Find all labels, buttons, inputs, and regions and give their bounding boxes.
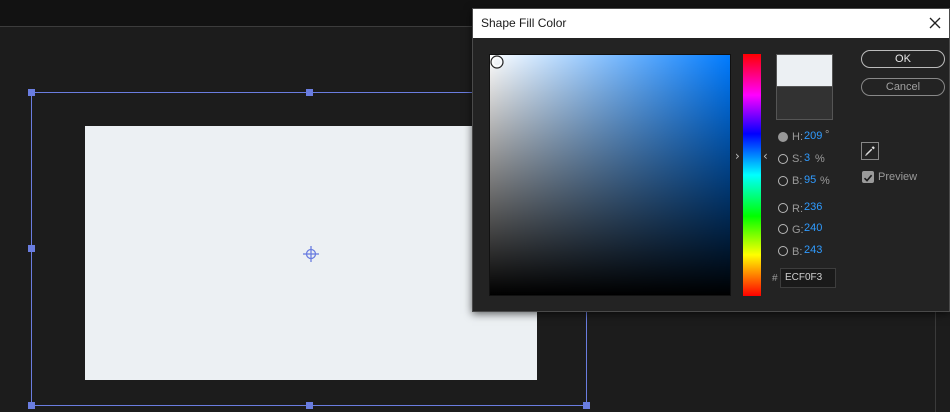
red-label: R:: [792, 203, 803, 215]
checkmark-icon: [863, 174, 873, 182]
brightness-label: B:: [792, 175, 803, 187]
saturation-unit: %: [815, 153, 825, 165]
hue-slider-right-arrow[interactable]: ‹: [763, 150, 768, 162]
hue-unit: °: [825, 129, 830, 141]
ok-button[interactable]: OK: [861, 50, 945, 68]
dialog-title: Shape Fill Color: [481, 16, 567, 30]
dialog-titlebar[interactable]: Shape Fill Color: [473, 9, 949, 38]
transform-handle-bottom-center[interactable]: [306, 402, 313, 409]
hue-value[interactable]: 209: [804, 130, 822, 142]
brightness-value[interactable]: 95: [804, 174, 816, 186]
radio-saturation[interactable]: [778, 154, 788, 164]
picker-circle-icon[interactable]: [490, 55, 504, 69]
close-icon[interactable]: [925, 13, 945, 33]
radio-green[interactable]: [778, 224, 788, 234]
blue-label: B:: [792, 246, 803, 258]
color-field[interactable]: [489, 54, 731, 296]
transform-handle-top-left[interactable]: [28, 89, 35, 96]
red-value[interactable]: 236: [804, 201, 822, 213]
transform-handle-middle-left[interactable]: [28, 245, 35, 252]
hue-slider-left-arrow[interactable]: ›: [735, 150, 740, 162]
transform-handle-bottom-right[interactable]: [583, 402, 590, 409]
anchor-point-icon[interactable]: [302, 245, 320, 263]
saturation-value[interactable]: 3: [804, 152, 810, 164]
transform-handle-bottom-left[interactable]: [28, 402, 35, 409]
hex-input[interactable]: ECF0F3: [780, 268, 836, 288]
saturation-label: S:: [792, 153, 803, 165]
eyedropper-icon[interactable]: [861, 142, 879, 160]
green-label: G:: [792, 224, 804, 236]
new-color-swatch: [776, 54, 833, 87]
shape-fill-color-dialog: Shape Fill Color › ‹ OK Cancel H: 209 ° …: [472, 8, 950, 312]
transform-handle-top-center[interactable]: [306, 89, 313, 96]
blue-value[interactable]: 243: [804, 244, 822, 256]
hue-slider[interactable]: [743, 54, 761, 296]
current-color-swatch[interactable]: [776, 87, 833, 120]
radio-red[interactable]: [778, 203, 788, 213]
preview-label: Preview: [878, 171, 918, 183]
preview-checkbox[interactable]: [862, 171, 874, 183]
hex-hash-label: #: [772, 273, 778, 284]
radio-hue[interactable]: [778, 132, 788, 142]
radio-blue[interactable]: [778, 246, 788, 256]
hue-label: H:: [792, 131, 803, 143]
green-value[interactable]: 240: [804, 222, 822, 234]
panel-divider: [935, 312, 936, 412]
brightness-unit: %: [820, 175, 830, 187]
radio-brightness[interactable]: [778, 176, 788, 186]
cancel-button[interactable]: Cancel: [861, 78, 945, 96]
